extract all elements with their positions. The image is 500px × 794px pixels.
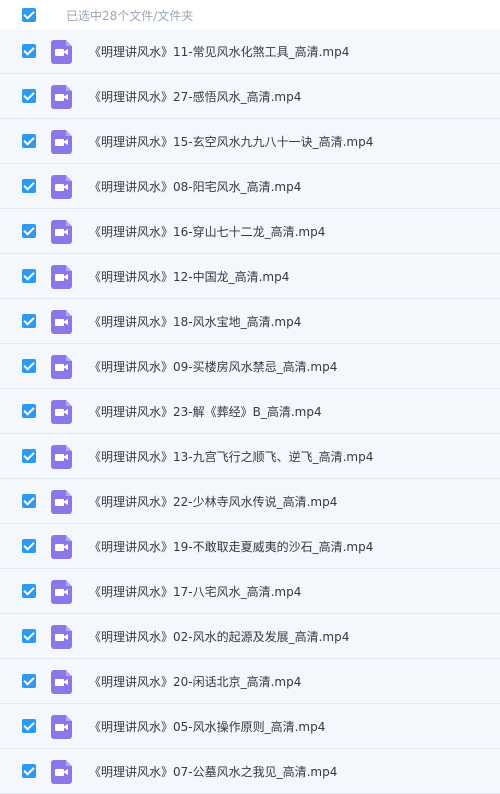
file-name[interactable]: 《明理讲风水》12-中国龙_高清.mp4 <box>89 268 289 285</box>
file-row[interactable]: 《明理讲风水》05-风水操作原则_高清.mp4 <box>0 704 500 749</box>
file-checkbox[interactable] <box>22 359 36 373</box>
video-file-icon <box>51 445 72 469</box>
file-list: 《明理讲风水》11-常见风水化煞工具_高清.mp4 《明理讲风水》27-感悟风水_… <box>0 29 500 794</box>
file-name[interactable]: 《明理讲风水》27-感悟风水_高清.mp4 <box>89 88 301 105</box>
video-file-icon <box>51 40 72 64</box>
file-name[interactable]: 《明理讲风水》05-风水操作原则_高清.mp4 <box>89 718 325 735</box>
file-name[interactable]: 《明理讲风水》07-公墓风水之我见_高清.mp4 <box>89 763 337 780</box>
file-checkbox[interactable] <box>22 494 36 508</box>
file-checkbox[interactable] <box>22 449 36 463</box>
file-checkbox[interactable] <box>22 134 36 148</box>
file-name[interactable]: 《明理讲风水》02-风水的起源及发展_高清.mp4 <box>89 628 349 645</box>
file-checkbox[interactable] <box>22 224 36 238</box>
video-file-icon <box>51 85 72 109</box>
file-checkbox[interactable] <box>22 719 36 733</box>
file-row[interactable]: 《明理讲风水》22-少林寺风水传说_高清.mp4 <box>0 479 500 524</box>
file-row[interactable]: 《明理讲风水》07-公墓风水之我见_高清.mp4 <box>0 749 500 794</box>
file-row[interactable]: 《明理讲风水》15-玄空风水九九八十一诀_高清.mp4 <box>0 119 500 164</box>
file-row[interactable]: 《明理讲风水》27-感悟风水_高清.mp4 <box>0 74 500 119</box>
file-row[interactable]: 《明理讲风水》08-阳宅风水_高清.mp4 <box>0 164 500 209</box>
file-row[interactable]: 《明理讲风水》17-八宅风水_高清.mp4 <box>0 569 500 614</box>
selection-count-text: 已选中28个文件/文件夹 <box>66 9 194 23</box>
file-checkbox[interactable] <box>22 404 36 418</box>
file-row[interactable]: 《明理讲风水》11-常见风水化煞工具_高清.mp4 <box>0 29 500 74</box>
file-checkbox[interactable] <box>22 269 36 283</box>
video-file-icon <box>51 175 72 199</box>
video-file-icon <box>51 310 72 334</box>
video-file-icon <box>51 670 72 694</box>
file-name[interactable]: 《明理讲风水》16-穿山七十二龙_高清.mp4 <box>89 223 325 240</box>
file-name[interactable]: 《明理讲风水》13-九宫飞行之顺飞、逆飞_高清.mp4 <box>89 448 373 465</box>
file-name[interactable]: 《明理讲风水》23-解《葬经》B_高清.mp4 <box>89 403 322 420</box>
select-all-checkbox[interactable] <box>22 8 36 22</box>
video-file-icon <box>51 760 72 784</box>
file-selection-panel: 已选中28个文件/文件夹 《明理讲风水》11-常见风水化煞工具_高清.mp4 《明… <box>0 0 500 794</box>
file-row[interactable]: 《明理讲风水》09-买楼房风水禁忌_高清.mp4 <box>0 344 500 389</box>
file-checkbox[interactable] <box>22 674 36 688</box>
file-checkbox[interactable] <box>22 584 36 598</box>
file-name[interactable]: 《明理讲风水》11-常见风水化煞工具_高清.mp4 <box>89 43 349 60</box>
video-file-icon <box>51 400 72 424</box>
video-file-icon <box>51 490 72 514</box>
video-file-icon <box>51 130 72 154</box>
file-name[interactable]: 《明理讲风水》17-八宅风水_高清.mp4 <box>89 583 301 600</box>
file-name[interactable]: 《明理讲风水》20-闲话北京_高清.mp4 <box>89 673 301 690</box>
video-file-icon <box>51 265 72 289</box>
selection-header: 已选中28个文件/文件夹 <box>0 0 500 30</box>
file-row[interactable]: 《明理讲风水》12-中国龙_高清.mp4 <box>0 254 500 299</box>
video-file-icon <box>51 715 72 739</box>
file-name[interactable]: 《明理讲风水》18-风水宝地_高清.mp4 <box>89 313 301 330</box>
file-name[interactable]: 《明理讲风水》15-玄空风水九九八十一诀_高清.mp4 <box>89 133 373 150</box>
file-name[interactable]: 《明理讲风水》22-少林寺风水传说_高清.mp4 <box>89 493 337 510</box>
file-row[interactable]: 《明理讲风水》19-不敢取走夏威夷的沙石_高清.mp4 <box>0 524 500 569</box>
file-row[interactable]: 《明理讲风水》20-闲话北京_高清.mp4 <box>0 659 500 704</box>
video-file-icon <box>51 625 72 649</box>
file-checkbox[interactable] <box>22 44 36 58</box>
file-name[interactable]: 《明理讲风水》09-买楼房风水禁忌_高清.mp4 <box>89 358 337 375</box>
file-checkbox[interactable] <box>22 764 36 778</box>
file-name[interactable]: 《明理讲风水》08-阳宅风水_高清.mp4 <box>89 178 301 195</box>
file-row[interactable]: 《明理讲风水》13-九宫飞行之顺飞、逆飞_高清.mp4 <box>0 434 500 479</box>
video-file-icon <box>51 580 72 604</box>
file-name[interactable]: 《明理讲风水》19-不敢取走夏威夷的沙石_高清.mp4 <box>89 538 373 555</box>
file-row[interactable]: 《明理讲风水》16-穿山七十二龙_高清.mp4 <box>0 209 500 254</box>
file-checkbox[interactable] <box>22 629 36 643</box>
video-file-icon <box>51 535 72 559</box>
video-file-icon <box>51 220 72 244</box>
file-checkbox[interactable] <box>22 314 36 328</box>
file-row[interactable]: 《明理讲风水》23-解《葬经》B_高清.mp4 <box>0 389 500 434</box>
video-file-icon <box>51 355 72 379</box>
file-row[interactable]: 《明理讲风水》18-风水宝地_高清.mp4 <box>0 299 500 344</box>
file-checkbox[interactable] <box>22 539 36 553</box>
file-checkbox[interactable] <box>22 89 36 103</box>
file-row[interactable]: 《明理讲风水》02-风水的起源及发展_高清.mp4 <box>0 614 500 659</box>
file-checkbox[interactable] <box>22 179 36 193</box>
